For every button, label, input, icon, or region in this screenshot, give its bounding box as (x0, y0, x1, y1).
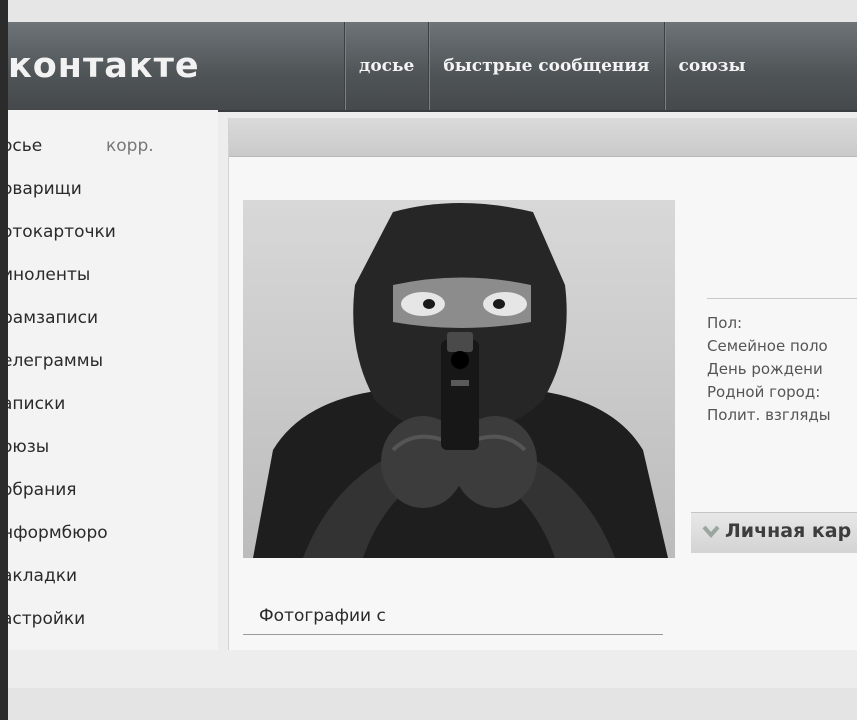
photos-section-header[interactable]: Фотографии с (243, 604, 663, 635)
top-strip (8, 0, 857, 22)
browser-page: контакте досье быстрые сообщения союзы к… (8, 0, 857, 720)
masked-gunman-illustration (243, 200, 675, 558)
sidebar-item-notes[interactable]: аписки (8, 394, 116, 437)
nav-quick-messages[interactable]: быстрые сообщения (428, 22, 663, 110)
info-field-hometown: Родной город: (707, 383, 821, 401)
personal-card-section[interactable]: Личная кар (691, 512, 857, 553)
sidebar-item-telegrams[interactable]: елеграммы (8, 351, 116, 394)
nav-unions[interactable]: союзы (663, 22, 760, 110)
sidebar-menu: осье оварищи отокарточки инолeнты рамзап… (8, 136, 116, 652)
profile-title-bar (229, 118, 857, 157)
sidebar-item-dossier[interactable]: осье (8, 136, 116, 179)
info-divider (707, 298, 857, 299)
nav-dossier[interactable]: досье (344, 22, 428, 110)
info-field-marital-status: Семейное поло (707, 337, 828, 355)
sidebar-item-comrades[interactable]: оварищи (8, 179, 116, 222)
sidebar-item-recordings[interactable]: рамзаписи (8, 308, 116, 351)
sidebar-item-photos[interactable]: отокарточки (8, 222, 116, 265)
sidebar-item-films[interactable]: инолeнты (8, 265, 116, 308)
info-field-birthday: День рождени (707, 360, 823, 378)
site-logo[interactable]: контакте (8, 46, 200, 86)
profile-photo[interactable] (243, 200, 675, 558)
info-field-political-views: Полит. взгляды (707, 406, 831, 424)
page-footer (8, 688, 857, 720)
info-field-gender: Пол: (707, 314, 743, 332)
photos-section-label: Фотографии с (259, 606, 386, 626)
top-nav: досье быстрые сообщения союзы (344, 22, 760, 110)
profile-content: Фотографии с Пол: Семейное поло День рож… (228, 118, 857, 650)
sidebar-item-meetings[interactable]: обрания (8, 480, 116, 523)
sidebar-item-bookmarks[interactable]: акладки (8, 566, 116, 609)
sidebar-item-infobureau[interactable]: нформбюро (8, 523, 116, 566)
sidebar-item-settings[interactable]: астройки (8, 609, 116, 652)
personal-card-label: Личная кар (725, 520, 852, 542)
sidebar: корр. осье оварищи отокарточки инолeнты … (8, 110, 218, 650)
profile-info-list: Пол: Семейное поло День рождени Родной г… (707, 314, 831, 429)
chevron-down-icon (702, 525, 720, 539)
sidebar-item-unions[interactable]: оюзы (8, 437, 116, 480)
site-header: контакте досье быстрые сообщения союзы (8, 22, 857, 112)
